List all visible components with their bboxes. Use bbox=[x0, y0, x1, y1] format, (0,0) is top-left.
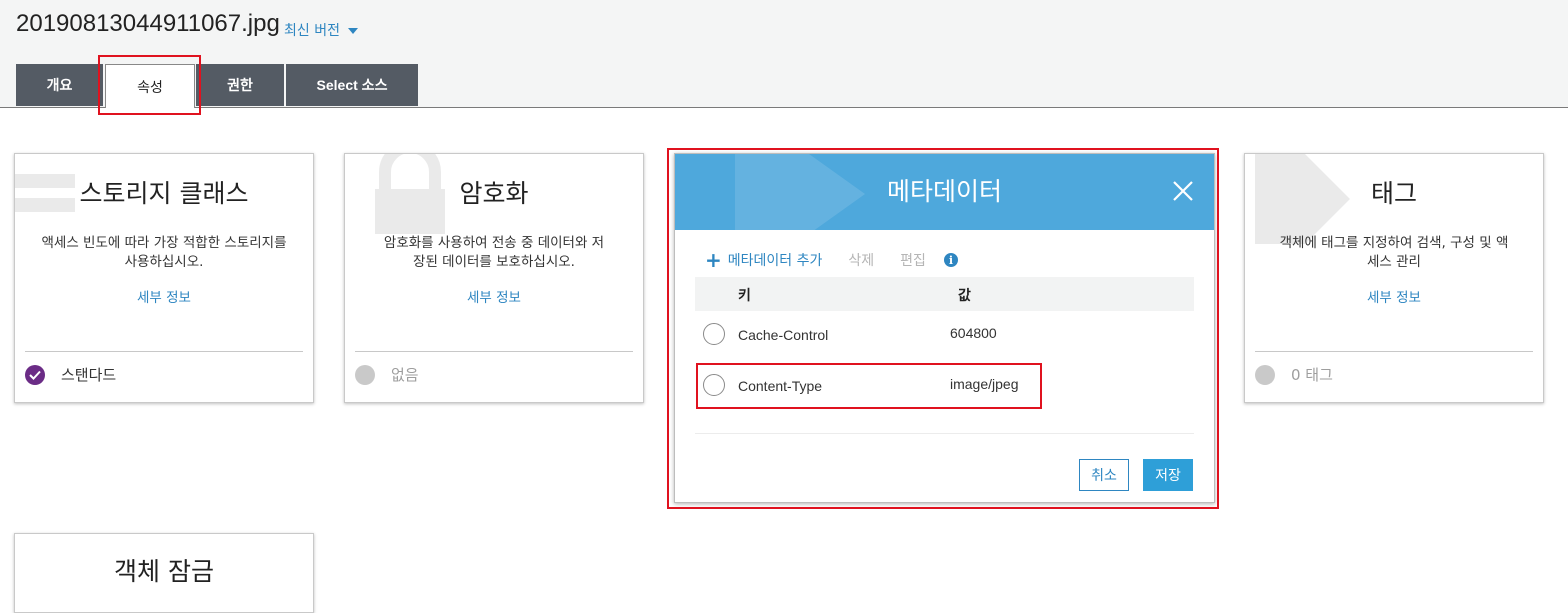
tags-count: 0 태그 bbox=[1291, 366, 1333, 384]
tags-card[interactable]: 태그 객체에 태그를 지정하여 검색, 구성 및 액 세스 관리 세부 정보 0… bbox=[1244, 153, 1544, 403]
object-lock-card[interactable]: 객체 잠금 bbox=[14, 533, 314, 613]
storage-desc-line2: 사용하십시오. bbox=[124, 254, 204, 270]
version-label: 최신 버전 bbox=[284, 23, 340, 39]
panel-highlight-box bbox=[667, 148, 1219, 509]
storage-details-link[interactable]: 세부 정보 bbox=[15, 286, 313, 306]
tags-desc-line2: 세스 관리 bbox=[1367, 254, 1421, 270]
tab-overview-label: 개요 bbox=[46, 77, 73, 93]
tab-permissions[interactable]: 권한 bbox=[196, 64, 284, 106]
storage-desc-line1: 액세스 빈도에 따라 가장 적합한 스토리지를 bbox=[41, 235, 287, 251]
tab-permissions-label: 권한 bbox=[227, 77, 253, 93]
tags-description: 객체에 태그를 지정하여 검색, 구성 및 액 세스 관리 bbox=[1259, 234, 1529, 272]
encryption-status: 없음 bbox=[355, 364, 419, 385]
tab-select-source-label: Select 소스 bbox=[316, 77, 388, 93]
empty-status-icon bbox=[355, 364, 375, 385]
encryption-details-link[interactable]: 세부 정보 bbox=[345, 286, 643, 306]
storage-class-title: 스토리지 클래스 bbox=[79, 179, 249, 208]
tags-details-link[interactable]: 세부 정보 bbox=[1245, 286, 1543, 306]
encryption-title: 암호화 bbox=[459, 179, 529, 208]
tags-status: 0 태그 bbox=[1255, 364, 1333, 385]
tab-overview[interactable]: 개요 bbox=[16, 64, 103, 106]
object-filename: 20190813044911067.jpg bbox=[16, 10, 280, 37]
tags-title: 태그 bbox=[1370, 179, 1417, 208]
empty-status-icon bbox=[1255, 364, 1275, 385]
card-divider bbox=[355, 351, 633, 352]
encryption-description: 암호화를 사용하여 전송 중 데이터와 저 장된 데이터를 보호하십시오. bbox=[359, 234, 629, 272]
object-lock-title: 객체 잠금 bbox=[114, 557, 214, 586]
encryption-desc-line2: 장된 데이터를 보호하십시오. bbox=[413, 254, 575, 270]
encryption-card[interactable]: 암호화 암호화를 사용하여 전송 중 데이터와 저 장된 데이터를 보호하십시오… bbox=[344, 153, 644, 403]
encryption-desc-line1: 암호화를 사용하여 전송 중 데이터와 저 bbox=[383, 235, 605, 251]
card-divider bbox=[25, 351, 303, 352]
row-highlight-box bbox=[696, 363, 1042, 409]
check-circle-icon bbox=[25, 364, 45, 385]
version-dropdown[interactable]: 최신 버전 bbox=[284, 20, 358, 40]
encryption-value: 없음 bbox=[391, 366, 419, 384]
storage-class-description: 액세스 빈도에 따라 가장 적합한 스토리지를 사용하십시오. bbox=[29, 234, 299, 272]
storage-class-value: 스탠다드 bbox=[61, 366, 117, 384]
card-divider bbox=[1255, 351, 1533, 352]
caret-down-icon bbox=[347, 28, 358, 34]
tab-highlight-box bbox=[98, 55, 201, 115]
tab-select-source[interactable]: Select 소스 bbox=[286, 64, 418, 106]
storage-class-status: 스탠다드 bbox=[25, 364, 116, 385]
storage-class-card[interactable]: 스토리지 클래스 액세스 빈도에 따라 가장 적합한 스토리지를 사용하십시오.… bbox=[14, 153, 314, 403]
tags-desc-line1: 객체에 태그를 지정하여 검색, 구성 및 액 bbox=[1279, 235, 1509, 251]
